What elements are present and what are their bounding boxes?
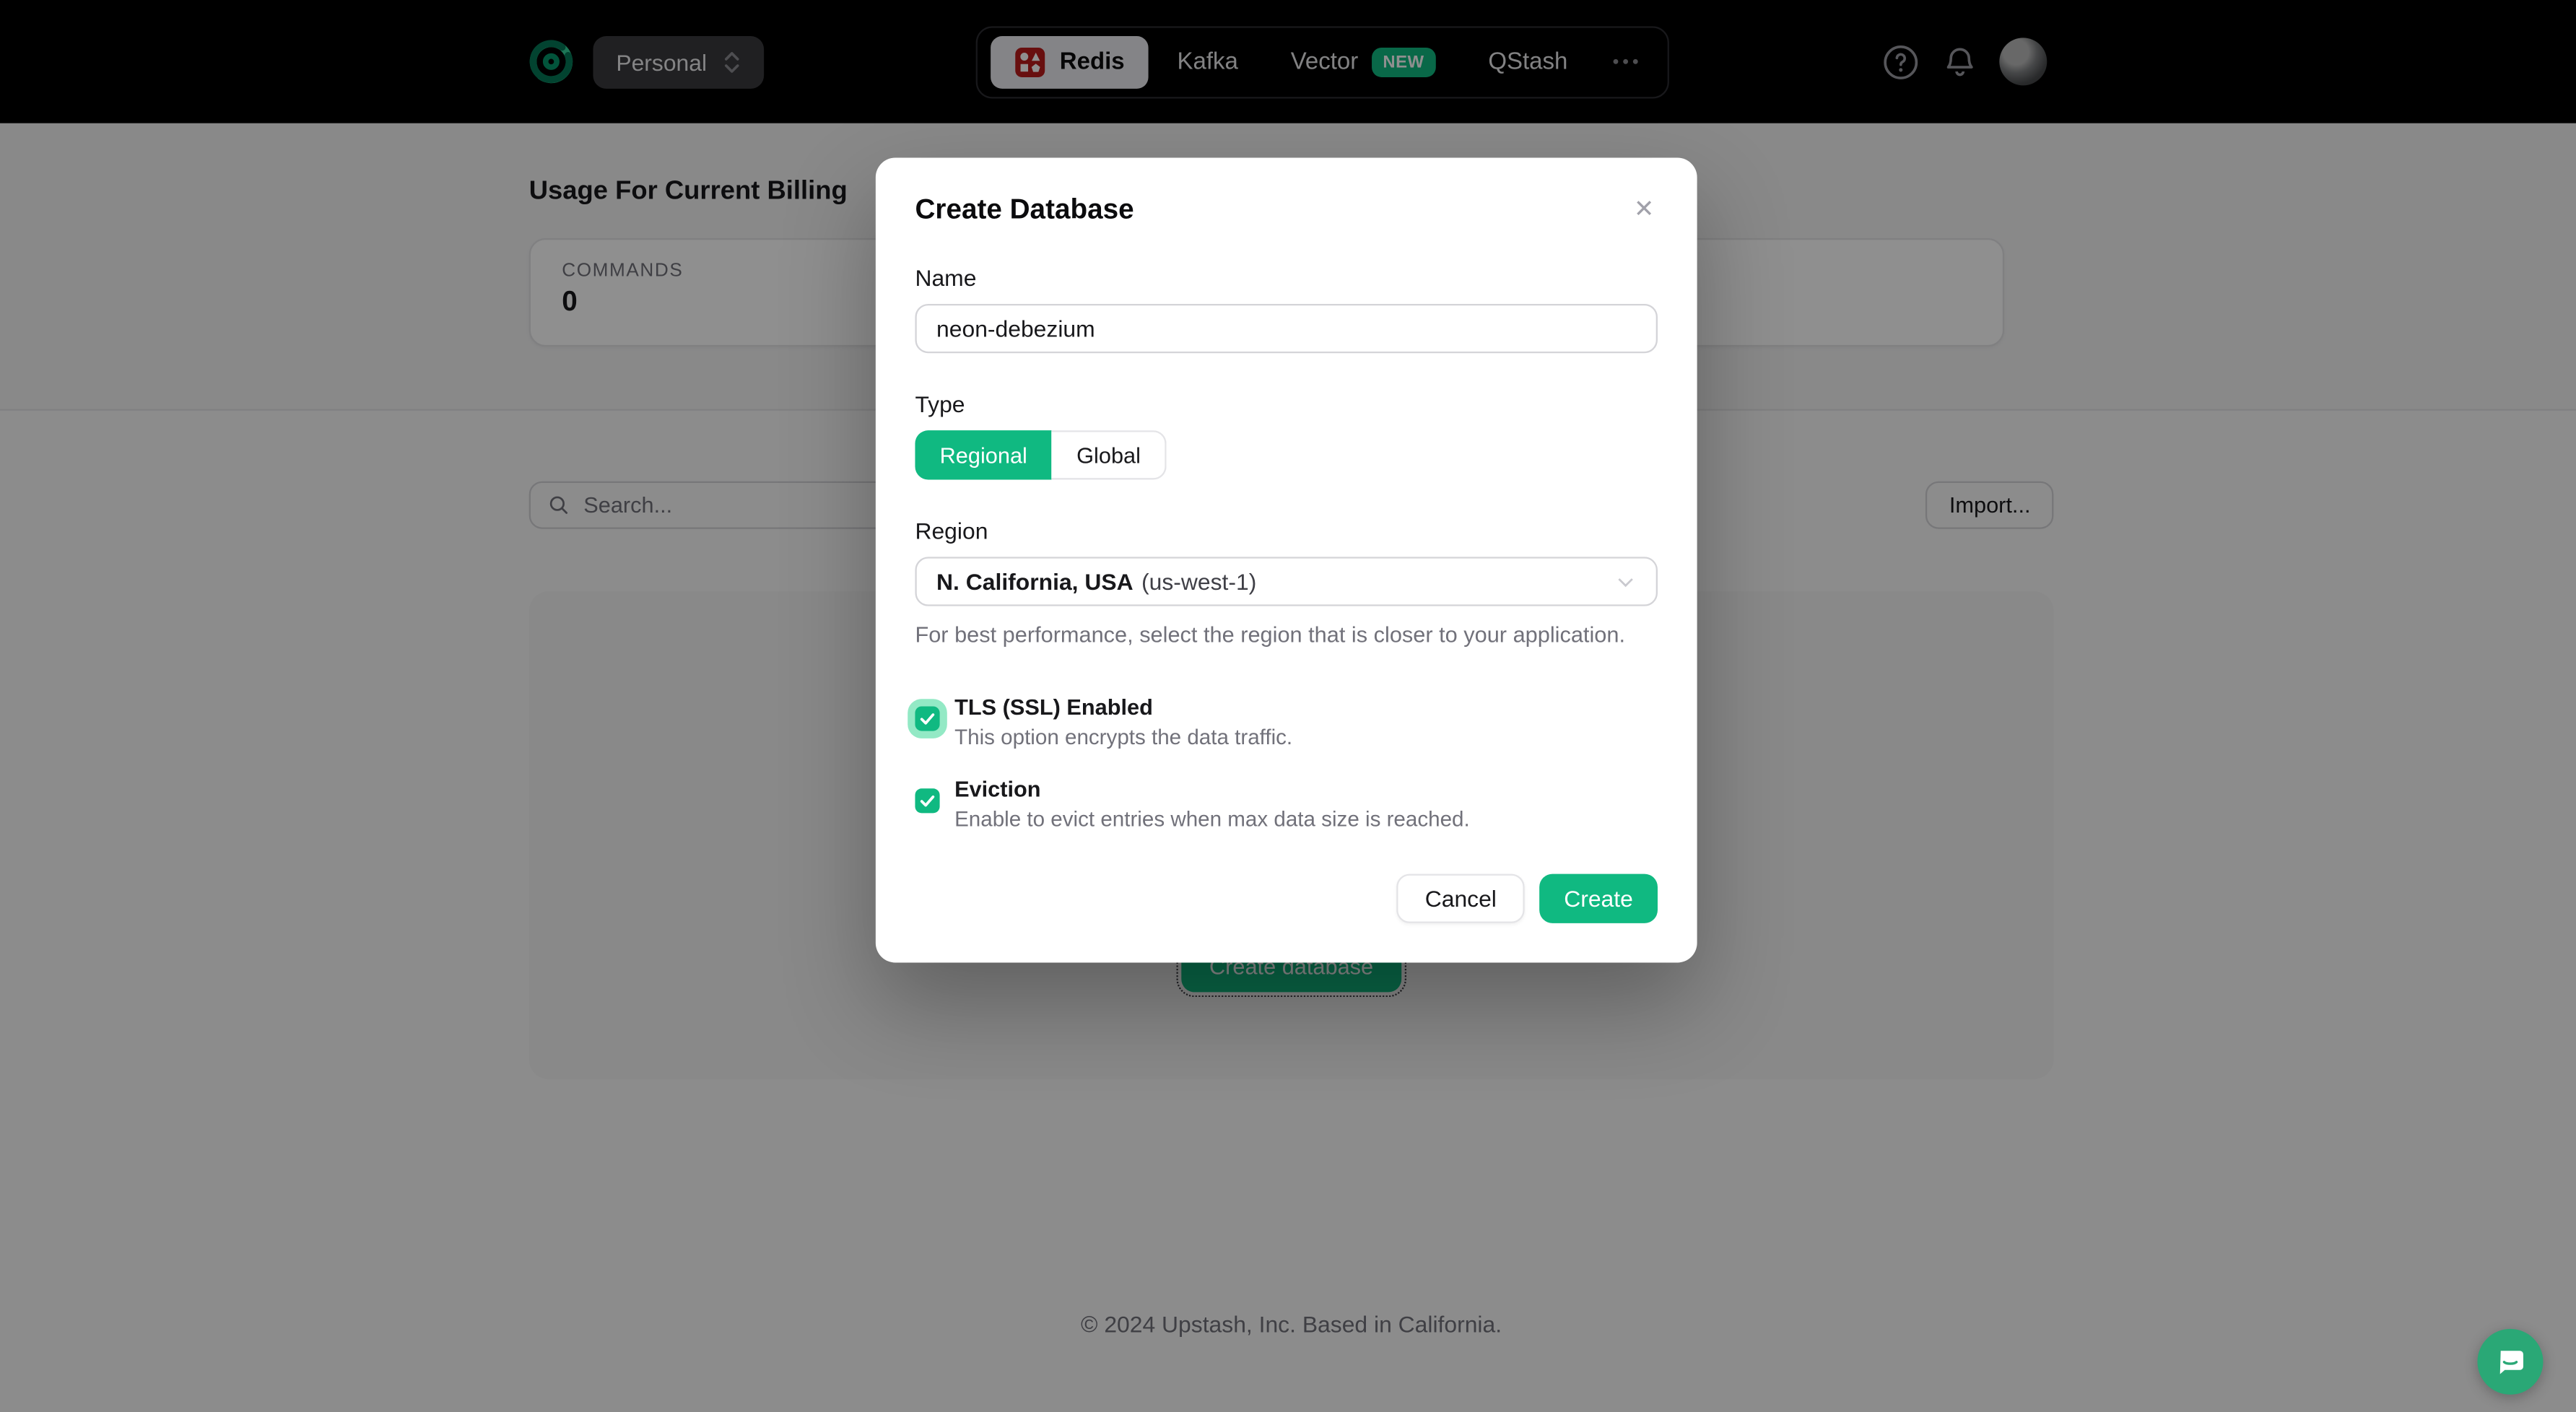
- cancel-button[interactable]: Cancel: [1397, 874, 1525, 923]
- tls-label: TLS (SSL) Enabled: [954, 695, 1292, 720]
- chevron-down-icon: [1615, 571, 1637, 593]
- name-label: Name: [915, 264, 1658, 290]
- eviction-row: Eviction Enable to evict entries when ma…: [915, 777, 1658, 831]
- region-label: Region: [915, 518, 1658, 544]
- region-code: (us-west-1): [1141, 568, 1256, 594]
- tls-checkbox[interactable]: [915, 706, 939, 731]
- chat-bubble-icon: [2494, 1346, 2527, 1379]
- eviction-label: Eviction: [954, 777, 1470, 801]
- tls-row: TLS (SSL) Enabled This option encrypts t…: [915, 695, 1658, 749]
- region-select[interactable]: N. California, USA (us-west-1): [915, 557, 1658, 606]
- check-icon: [918, 710, 936, 728]
- app-viewport: Personal Redis Kafka: [0, 0, 2576, 1412]
- eviction-checkbox[interactable]: [915, 788, 939, 813]
- tls-description: This option encrypts the data traffic.: [954, 724, 1292, 749]
- type-option-global[interactable]: Global: [1052, 430, 1167, 479]
- create-button[interactable]: Create: [1539, 874, 1658, 923]
- type-label: Type: [915, 391, 1658, 417]
- type-option-regional[interactable]: Regional: [915, 430, 1052, 479]
- chat-launcher-button[interactable]: [2477, 1329, 2543, 1395]
- region-value: N. California, USA: [936, 568, 1133, 594]
- eviction-description: Enable to evict entries when max data si…: [954, 806, 1470, 831]
- check-icon: [918, 792, 936, 810]
- modal-title: Create Database: [915, 194, 1133, 227]
- type-segmented-control: Regional Global: [915, 430, 1167, 479]
- database-name-input[interactable]: [915, 304, 1658, 353]
- modal-header: Create Database ✕: [915, 194, 1658, 227]
- create-database-modal: Create Database ✕ Name Type Regional Glo…: [876, 157, 1697, 962]
- tls-texts: TLS (SSL) Enabled This option encrypts t…: [954, 695, 1292, 749]
- region-help-text: For best performance, select the region …: [915, 622, 1658, 647]
- eviction-texts: Eviction Enable to evict entries when ma…: [954, 777, 1470, 831]
- modal-footer: Cancel Create: [915, 874, 1658, 923]
- close-icon[interactable]: ✕: [1630, 194, 1658, 225]
